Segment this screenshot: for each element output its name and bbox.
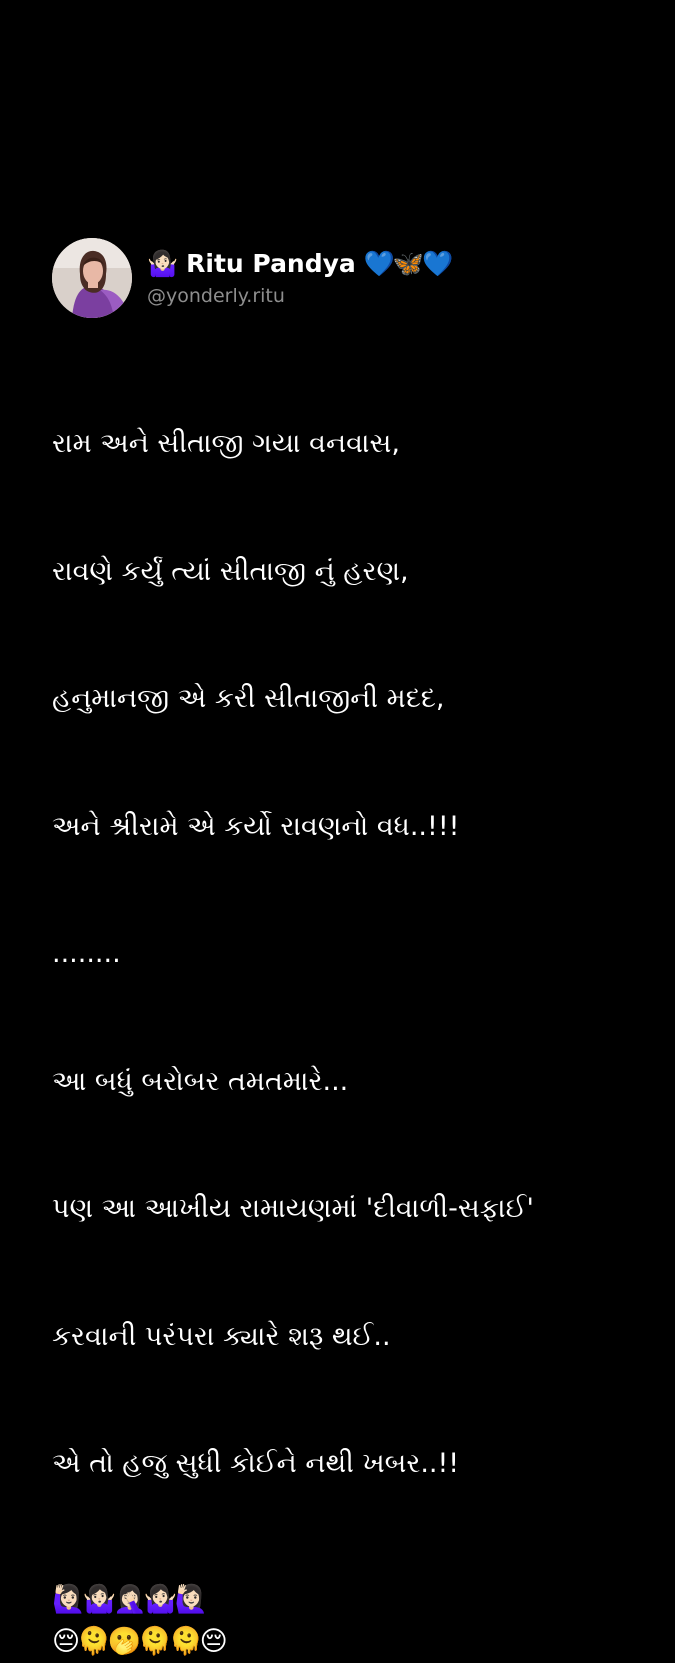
post-line: પણ આ આખીય રામાયણમાં 'દીવાળી-સફાઈ' <box>52 1193 534 1224</box>
emoji-rows: 🙋🏻‍♀️🤷🏻‍♀️🤦🏻‍♀️🤷🏻‍♀️🙋🏻‍♀️ 😔🫠🫢🫠🫠😔 <box>52 1579 652 1663</box>
post-header: 🤷🏻‍♀️ Ritu Pandya 💙🦋💙 @yonderly.ritu <box>52 238 652 318</box>
avatar[interactable] <box>52 238 132 318</box>
post-line: આ બધું બરોબર તમતમારે... <box>52 1065 349 1097</box>
display-name[interactable]: Ritu Pandya <box>186 247 356 281</box>
post-line: રાવણે કર્યું ત્યાં સીતાજી નું હરણ, <box>52 555 409 587</box>
display-name-row[interactable]: 🤷🏻‍♀️ Ritu Pandya 💙🦋💙 <box>147 247 453 281</box>
post-line: ........ <box>52 938 121 969</box>
hearts-butterfly-emoji-icon: 💙🦋💙 <box>363 249 453 278</box>
gesture-emoji-row: 🙋🏻‍♀️🤷🏻‍♀️🤦🏻‍♀️🤷🏻‍♀️🙋🏻‍♀️ <box>52 1583 208 1615</box>
avatar-image <box>52 238 132 318</box>
face-emoji-row: 😔🫠🫢🫠🫠😔 <box>52 1625 228 1657</box>
post-line: એ તો હજુ સુધી કોઈને નથી ખબર..!! <box>52 1448 460 1479</box>
post-card: 🤷🏻‍♀️ Ritu Pandya 💙🦋💙 @yonderly.ritu રામ… <box>52 238 652 1663</box>
user-identity: 🤷🏻‍♀️ Ritu Pandya 💙🦋💙 @yonderly.ritu <box>147 247 453 309</box>
post-text: રામ અને સીતાજી ગયા વનવાસ, રાવણે કર્યું ત… <box>52 338 652 1571</box>
post-line: કરવાની પરંપરા ક્યારે શરૂ થઈ.. <box>52 1320 391 1352</box>
shrug-emoji-icon: 🤷🏻‍♀️ <box>147 249 179 278</box>
post-line: અને શ્રીરામે એ કર્યો રાવણનો વધ..!!! <box>52 810 460 842</box>
post-line: હનુમાનજી એ કરી સીતાજીની મદદ, <box>52 683 445 714</box>
user-handle[interactable]: @yonderly.ritu <box>147 283 451 309</box>
post-line: રામ અને સીતાજી ગયા વનવાસ, <box>52 428 400 459</box>
